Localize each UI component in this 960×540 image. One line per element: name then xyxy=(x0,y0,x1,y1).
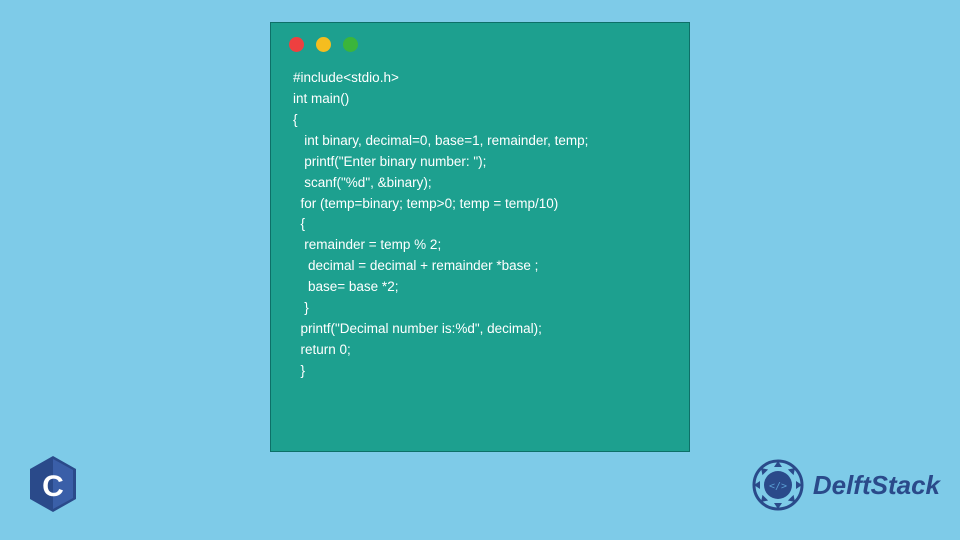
code-line: remainder = temp % 2; xyxy=(293,235,671,256)
maximize-icon xyxy=(343,37,358,52)
svg-text:C: C xyxy=(42,470,64,503)
code-line: for (temp=binary; temp>0; temp = temp/10… xyxy=(293,194,671,215)
code-line: int binary, decimal=0, base=1, remainder… xyxy=(293,131,671,152)
code-line: return 0; xyxy=(293,340,671,361)
code-window: #include<stdio.h> int main() { int binar… xyxy=(270,22,690,452)
code-line: int main() xyxy=(293,89,671,110)
window-controls xyxy=(271,23,689,62)
code-line: { xyxy=(293,110,671,131)
delftstack-text: DelftStack xyxy=(813,470,940,501)
close-icon xyxy=(289,37,304,52)
code-line: decimal = decimal + remainder *base ; xyxy=(293,256,671,277)
code-line: } xyxy=(293,361,671,382)
code-line: base= base *2; xyxy=(293,277,671,298)
delftstack-emblem-icon: </> xyxy=(751,458,805,512)
code-line: } xyxy=(293,298,671,319)
code-line: { xyxy=(293,214,671,235)
svg-text:</>: </> xyxy=(769,481,787,492)
c-language-icon: C xyxy=(28,456,78,512)
code-line: #include<stdio.h> xyxy=(293,68,671,89)
delftstack-logo: </> DelftStack xyxy=(751,458,940,512)
minimize-icon xyxy=(316,37,331,52)
code-line: printf("Decimal number is:%d", decimal); xyxy=(293,319,671,340)
code-line: printf("Enter binary number: "); xyxy=(293,152,671,173)
code-content: #include<stdio.h> int main() { int binar… xyxy=(271,62,689,394)
code-line: scanf("%d", &binary); xyxy=(293,173,671,194)
